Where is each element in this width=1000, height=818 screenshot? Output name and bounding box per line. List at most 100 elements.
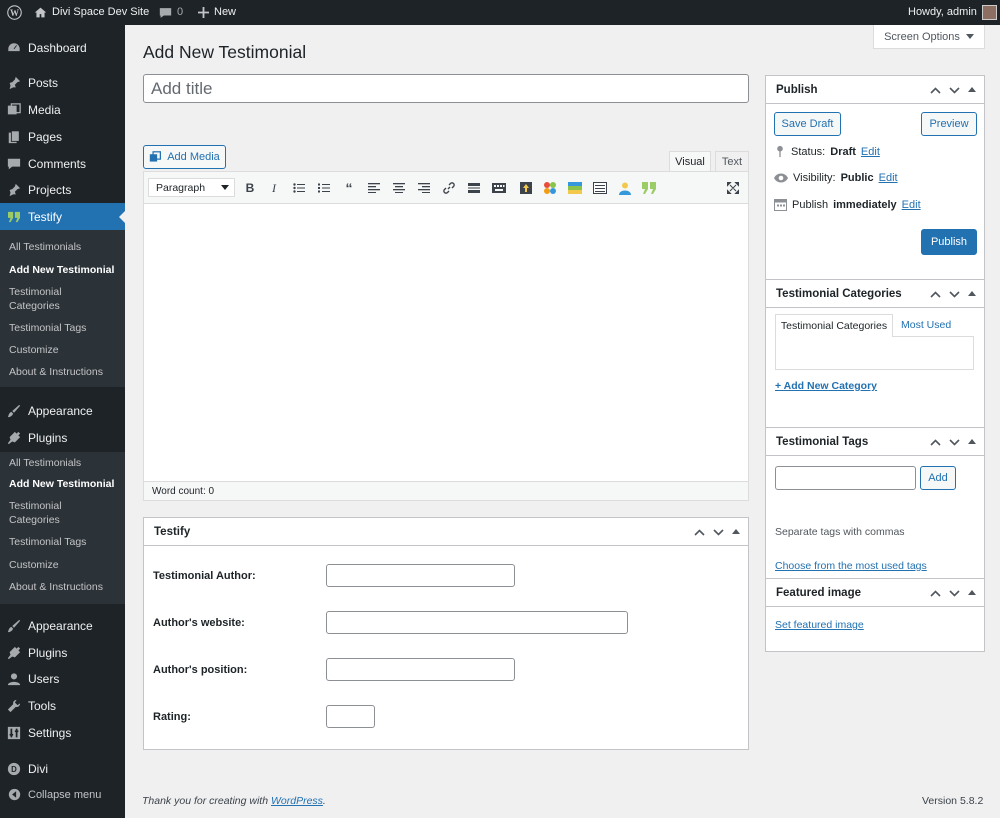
author-website-field[interactable] — [326, 611, 628, 634]
chevron-up-icon[interactable] — [930, 438, 941, 446]
plug-icon — [0, 646, 28, 660]
submenu-add-new-testimonial-2[interactable]: Add New Testimonial — [9, 477, 114, 491]
menu-plugins-2[interactable]: Plugins — [0, 639, 125, 666]
submenu-testimonial-tags-2[interactable]: Testimonial Tags — [9, 535, 86, 549]
submenu-testimonial-categories-2[interactable]: Testimonial Categories — [9, 499, 99, 527]
tab-visual[interactable]: Visual — [669, 151, 711, 172]
menu-comments[interactable]: Comments — [0, 150, 125, 177]
edit-publish-date-link[interactable]: Edit — [902, 199, 921, 211]
collapse-toggle-icon[interactable] — [968, 87, 976, 93]
site-name: Divi Space Dev Site — [52, 6, 150, 18]
screen-options-button[interactable]: Screen Options — [873, 25, 985, 49]
submenu-customize-2[interactable]: Customize — [9, 558, 59, 572]
menu-pages[interactable]: Pages — [0, 123, 125, 150]
chevron-up-icon[interactable] — [930, 589, 941, 597]
edit-status-link[interactable]: Edit — [861, 146, 880, 158]
person-icon[interactable] — [617, 180, 633, 196]
bullet-list-icon[interactable] — [291, 180, 307, 196]
menu-settings[interactable]: Settings — [0, 719, 125, 746]
collapse-toggle-icon[interactable] — [732, 529, 740, 535]
submenu-testimonial-categories[interactable]: Testimonial Categories — [9, 285, 99, 313]
chevron-up-icon[interactable] — [930, 86, 941, 94]
account-menu[interactable]: Howdy, admin — [908, 0, 997, 25]
site-name-link[interactable]: Divi Space Dev Site — [34, 0, 149, 25]
add-new-category-link[interactable]: + Add New Category — [775, 380, 877, 392]
menu-testify[interactable]: Testify — [0, 203, 125, 230]
submenu-all-testimonials[interactable]: All Testimonials — [9, 240, 81, 254]
menu-appearance[interactable]: Appearance — [0, 397, 125, 424]
keyboard-icon[interactable] — [491, 180, 507, 196]
content-editor[interactable]: Paragraph B I “ Word count: 0 — [143, 171, 749, 501]
chevron-down-icon[interactable] — [949, 589, 960, 597]
collapse-toggle-icon[interactable] — [968, 439, 976, 445]
chevron-down-icon[interactable] — [949, 290, 960, 298]
chevron-up-icon[interactable] — [930, 290, 941, 298]
toggle-icon[interactable] — [567, 180, 583, 196]
format-select[interactable]: Paragraph — [148, 178, 235, 197]
menu-appearance-2[interactable]: Appearance — [0, 612, 125, 639]
add-tag-button[interactable]: Add — [920, 466, 956, 490]
read-more-icon[interactable] — [466, 180, 482, 196]
submenu-all-testimonials-2[interactable]: All Testimonials — [9, 456, 81, 470]
menu-divi[interactable]: D Divi — [0, 755, 125, 782]
settings-icon — [0, 726, 28, 740]
tab-most-used[interactable]: Most Used — [901, 319, 951, 331]
menu-dashboard[interactable]: Dashboard — [0, 34, 125, 61]
edit-visibility-link[interactable]: Edit — [879, 172, 898, 184]
publish-button[interactable]: Publish — [921, 229, 977, 255]
wordpress-logo-icon[interactable]: W — [7, 0, 22, 25]
collapse-menu[interactable]: Collapse menu — [0, 781, 125, 808]
italic-icon[interactable]: I — [266, 180, 282, 196]
menu-tools[interactable]: Tools — [0, 692, 125, 719]
comments-link[interactable]: 0 — [159, 0, 183, 25]
menu-plugins[interactable]: Plugins — [0, 424, 125, 451]
chevron-up-icon[interactable] — [694, 528, 705, 536]
align-center-icon[interactable] — [391, 180, 407, 196]
menu-posts[interactable]: Posts — [0, 69, 125, 96]
save-draft-button[interactable]: Save Draft — [774, 112, 841, 136]
menu-projects[interactable]: Projects — [0, 176, 125, 203]
featured-image-metabox: Featured image Set featured image — [765, 578, 985, 652]
divi-shortcode-icon[interactable] — [518, 180, 534, 196]
align-right-icon[interactable] — [416, 180, 432, 196]
new-tag-input[interactable] — [775, 466, 916, 490]
wordpress-link[interactable]: WordPress — [271, 795, 323, 807]
chevron-down-icon[interactable] — [713, 528, 724, 536]
collapse-toggle-icon[interactable] — [968, 590, 976, 596]
preview-button[interactable]: Preview — [921, 112, 977, 136]
layout-icon[interactable] — [542, 180, 558, 196]
fullscreen-icon[interactable] — [725, 180, 741, 196]
chevron-down-icon[interactable] — [949, 438, 960, 446]
testimonial-author-field[interactable] — [326, 564, 515, 587]
blockquote-icon[interactable]: “ — [341, 180, 357, 196]
footer-thanks: Thank you for creating with WordPress. — [142, 795, 326, 807]
choose-most-used-tags-link[interactable]: Choose from the most used tags — [775, 560, 927, 572]
media-icon — [0, 102, 28, 117]
add-media-button[interactable]: Add Media — [143, 145, 226, 169]
submenu-about-instructions-2[interactable]: About & Instructions — [9, 580, 103, 594]
tab-all-categories[interactable]: Testimonial Categories — [775, 314, 893, 337]
align-left-icon[interactable] — [366, 180, 382, 196]
set-featured-image-link[interactable]: Set featured image — [775, 619, 864, 631]
submenu-add-new-testimonial[interactable]: Add New Testimonial — [9, 263, 114, 277]
submenu-testimonial-tags[interactable]: Testimonial Tags — [9, 321, 86, 335]
author-position-field[interactable] — [326, 658, 515, 681]
link-icon[interactable] — [441, 180, 457, 196]
bold-icon[interactable]: B — [242, 180, 258, 196]
testimonial-quote-icon[interactable] — [641, 180, 657, 196]
tab-text[interactable]: Text — [715, 151, 749, 172]
submenu-customize[interactable]: Customize — [9, 343, 59, 357]
home-icon — [34, 7, 47, 18]
title-input[interactable]: Add title — [143, 74, 749, 103]
author-position-label: Author's position: — [153, 664, 248, 676]
menu-media[interactable]: Media — [0, 96, 125, 123]
numbered-list-icon[interactable] — [316, 180, 332, 196]
chevron-down-icon[interactable] — [949, 86, 960, 94]
submenu-about-instructions[interactable]: About & Instructions — [9, 365, 103, 379]
collapse-toggle-icon[interactable] — [968, 291, 976, 297]
menu-users[interactable]: Users — [0, 665, 125, 692]
new-content-link[interactable]: New — [198, 0, 236, 25]
rating-field[interactable] — [326, 705, 375, 728]
svg-text:D: D — [11, 765, 17, 774]
tabs-icon[interactable] — [592, 180, 608, 196]
